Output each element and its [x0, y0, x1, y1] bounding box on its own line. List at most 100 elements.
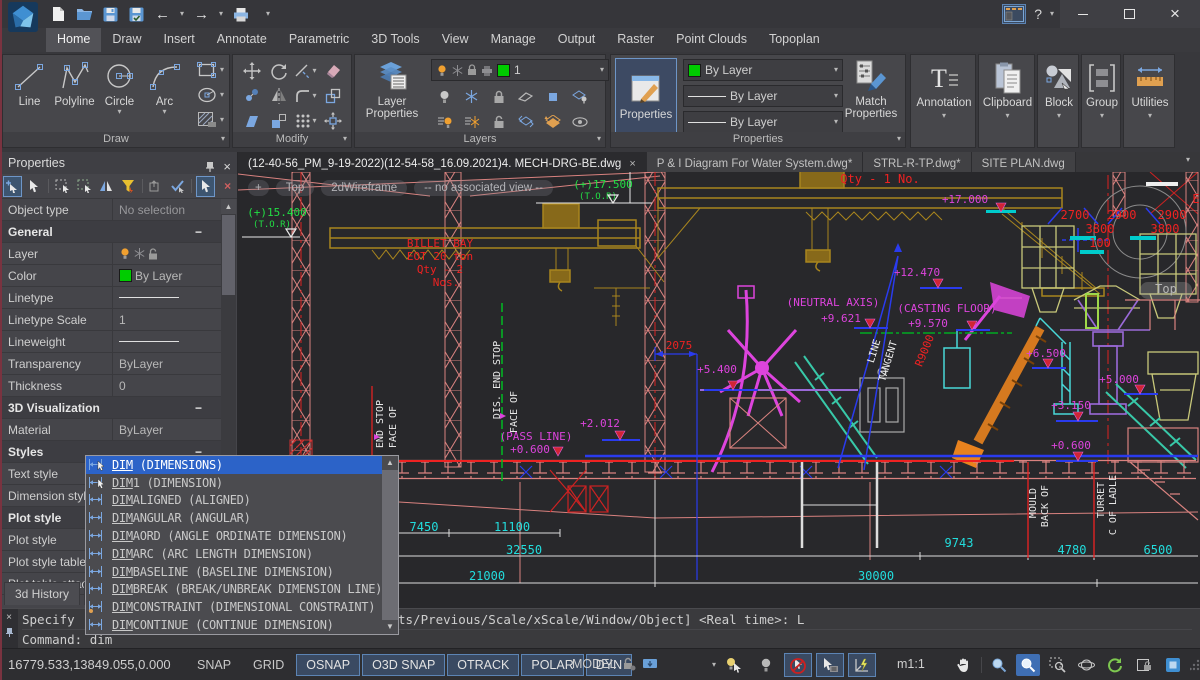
scale-button[interactable]	[265, 108, 292, 133]
minimize-button[interactable]	[1060, 0, 1106, 28]
property-row-lineweight[interactable]: Lineweight	[0, 331, 222, 353]
layer-isolate-icon[interactable]	[539, 84, 566, 109]
ribbon-tab-raster[interactable]: Raster	[606, 28, 665, 52]
property-section-3d-visualization[interactable]: 3D Visualization−	[0, 397, 222, 419]
open-file-button[interactable]	[76, 6, 93, 23]
quad-menu-button[interactable]	[816, 653, 844, 677]
maximize-button[interactable]	[1106, 0, 1152, 28]
property-value[interactable]: By Layer	[112, 265, 222, 286]
toggle-osnap[interactable]: OSNAP	[296, 654, 360, 676]
layer-combo-chevron-icon[interactable]: ▾	[600, 66, 604, 74]
hatch-tool-button[interactable]: ▾	[197, 109, 224, 131]
utilities-panel-button[interactable]: Utilities ▾	[1124, 61, 1176, 120]
move-button[interactable]	[238, 58, 265, 83]
rectangle-dropdown-icon[interactable]: ▾	[220, 66, 224, 74]
hide-objects-icon[interactable]	[752, 653, 780, 677]
quick-select-icon[interactable]	[119, 176, 138, 197]
viewport-control[interactable]: 2dWireframe	[321, 180, 407, 196]
autocomplete-item[interactable]: DIMALIGNED (ALIGNED)	[86, 492, 382, 510]
isolate-objects-icon[interactable]	[720, 653, 748, 677]
property-row-thickness[interactable]: Thickness0	[0, 375, 222, 397]
scroll-thumb[interactable]	[222, 215, 235, 295]
viewport-control[interactable]: Top	[276, 180, 315, 196]
property-value[interactable]: 1	[112, 309, 222, 330]
array-button[interactable]: ▾	[292, 108, 319, 133]
layer-lock-button[interactable]	[485, 84, 512, 109]
viewport-add-control[interactable]: +	[248, 180, 269, 196]
annotation-panel-button[interactable]: T Annotation ▾	[911, 61, 977, 120]
hatch-dropdown-icon[interactable]: ▾	[220, 116, 224, 124]
annotation-scale[interactable]: m1:1	[897, 657, 925, 671]
redo-dropdown-icon[interactable]: ▾	[219, 10, 223, 18]
stretch-button[interactable]	[238, 108, 265, 133]
match-properties-button[interactable]: Match Properties	[839, 58, 903, 134]
mirror-button[interactable]	[265, 83, 292, 108]
layer-previous-icon[interactable]	[539, 109, 566, 134]
regen-icon[interactable]	[1103, 654, 1127, 676]
rectangle-tool-button[interactable]: ▾	[197, 59, 224, 81]
apply-selection-icon[interactable]	[168, 176, 187, 197]
modify-panel-footer[interactable]: Modify▾	[233, 132, 351, 147]
ribbon-tab-insert[interactable]: Insert	[153, 28, 206, 52]
property-value[interactable]: No selection	[112, 199, 222, 220]
property-section-general[interactable]: General−	[0, 221, 222, 243]
select-previous-icon[interactable]	[146, 176, 165, 197]
save-button[interactable]	[102, 6, 119, 23]
ribbon-tab-parametric[interactable]: Parametric	[278, 28, 360, 52]
ribbon-tab-point-clouds[interactable]: Point Clouds	[665, 28, 758, 52]
scroll-up-icon[interactable]: ▲	[382, 456, 398, 470]
ribbon-tab-output[interactable]: Output	[547, 28, 607, 52]
clean-screen-icon[interactable]	[1161, 654, 1185, 676]
pan-icon[interactable]	[952, 654, 976, 676]
linetype-combo[interactable]: By Layer ▾	[683, 85, 843, 107]
autocomplete-item[interactable]: DIMARC (ARC LENGTH DIMENSION)	[86, 545, 382, 563]
trim-button[interactable]: ▾	[292, 58, 319, 83]
layer-unlock-button[interactable]	[485, 109, 512, 134]
document-tab[interactable]: (12-40-56_PM_9-19-2022)(12-54-58_16.09.2…	[238, 152, 647, 172]
layer-states-icon[interactable]	[566, 84, 593, 109]
scroll-down-icon[interactable]: ▼	[382, 620, 398, 634]
select-crossing-icon[interactable]	[75, 176, 94, 197]
scroll-up-icon[interactable]: ▲	[221, 199, 236, 214]
save-as-button[interactable]	[128, 6, 145, 23]
layer-match-icon[interactable]	[512, 109, 539, 134]
toggle-grid[interactable]: GRID	[243, 654, 294, 676]
select-icon[interactable]	[25, 176, 44, 197]
select-similar-icon[interactable]	[97, 176, 116, 197]
print-button[interactable]	[232, 6, 249, 23]
properties-panel-footer[interactable]: Properties▾	[611, 132, 905, 147]
arc-dropdown-icon[interactable]: ▾	[162, 108, 166, 116]
layout-lock-icon[interactable]	[1132, 654, 1156, 676]
ellipse-dropdown-icon[interactable]: ▾	[220, 91, 224, 99]
clipboard-panel-button[interactable]: Clipboard ▾	[979, 61, 1036, 120]
arc-tool-button[interactable]: Arc ▾	[142, 58, 187, 132]
command-close-icon[interactable]: ×	[6, 612, 12, 623]
autocomplete-item[interactable]: DIMBASELINE (BASELINE DIMENSION)	[86, 563, 382, 581]
dynamic-ucs-button[interactable]	[848, 653, 876, 677]
ribbon-tab-draw[interactable]: Draw	[101, 28, 152, 52]
ellipse-tool-button[interactable]: ▾	[197, 84, 224, 106]
layer-thaw-all-icon[interactable]	[458, 109, 485, 134]
property-row-linetype[interactable]: Linetype	[0, 287, 222, 309]
pick-point-icon[interactable]	[196, 176, 215, 197]
close-button[interactable]: ×	[1152, 0, 1198, 28]
new-file-button[interactable]	[50, 6, 67, 23]
layer-on-all-icon[interactable]	[431, 109, 458, 134]
document-tab[interactable]: P & I Diagram For Water System.dwg*	[647, 152, 864, 172]
properties-button[interactable]: Properties	[615, 58, 677, 134]
block-panel-button[interactable]: Block ▾	[1038, 61, 1080, 120]
workspace-button[interactable]	[1002, 4, 1026, 24]
status-chevron-icon[interactable]: ▾	[712, 661, 716, 669]
toolbar-options-icon[interactable]: ▾	[266, 10, 270, 18]
line-tool-button[interactable]: Line	[7, 58, 52, 132]
ribbon-tab-3d-tools[interactable]: 3D Tools	[360, 28, 430, 52]
linetype-combo-chevron-icon[interactable]: ▾	[834, 92, 838, 100]
property-value[interactable]	[112, 331, 222, 352]
quad-off-button[interactable]	[784, 653, 812, 677]
autocomplete-item[interactable]: DIMBREAK (BREAK/UNBREAK DIMENSION LINE)	[86, 581, 382, 599]
viewport-control[interactable]: -- no associated view --	[414, 180, 553, 196]
layer-freeze-button[interactable]	[458, 84, 485, 109]
toggle-otrack[interactable]: OTRACK	[447, 654, 519, 676]
lineweight-combo[interactable]: By Layer ▾	[683, 111, 843, 133]
annotation-monitor-icon[interactable]	[642, 657, 658, 671]
